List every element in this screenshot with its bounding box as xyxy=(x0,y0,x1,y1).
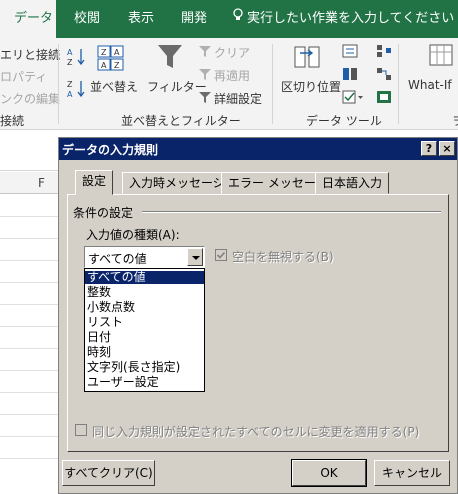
connections-group-label: 接続 xyxy=(0,114,25,128)
clear-label[interactable]: クリア xyxy=(214,44,250,61)
flash-fill-icon[interactable] xyxy=(342,44,358,61)
remove-duplicates-icon[interactable] xyxy=(342,67,358,84)
ribbon-body: エリと接続 ロパティ ンクの編集 接続 AZ ZA ZAAZ 並べ替え フィルタ… xyxy=(0,38,458,130)
consolidate-icon[interactable] xyxy=(376,44,392,61)
allow-field-label: 入力値の種類(A): xyxy=(86,228,180,242)
svg-text:A: A xyxy=(67,48,73,57)
option-list[interactable]: リスト xyxy=(85,316,204,329)
group-separator xyxy=(58,44,59,124)
svg-text:Z: Z xyxy=(114,61,120,70)
svg-text:A: A xyxy=(67,90,73,99)
option-time[interactable]: 時刻 xyxy=(85,346,204,359)
tab-review[interactable]: 校閲 xyxy=(74,0,100,38)
tab-input-message[interactable]: 入力時メッセージ xyxy=(122,172,232,194)
lightbulb-icon xyxy=(232,0,244,38)
advanced-filter-icon[interactable] xyxy=(198,90,212,107)
svg-text:Z: Z xyxy=(67,58,73,67)
sort-filter-group-label: 並べ替えとフィルター xyxy=(121,114,241,128)
cancel-button[interactable]: キャンセル xyxy=(374,460,450,486)
ok-button[interactable]: OK xyxy=(291,459,367,487)
option-custom[interactable]: ユーザー設定 xyxy=(85,376,204,389)
tab-settings[interactable]: 設定 xyxy=(75,170,114,195)
checkmark-icon xyxy=(216,251,226,259)
tab-ime-mode[interactable]: 日本語入力 xyxy=(315,172,390,194)
chevron-down-icon[interactable] xyxy=(187,248,203,266)
relationships-icon[interactable] xyxy=(376,67,392,84)
clear-all-button[interactable]: すべてクリア(C) xyxy=(62,460,155,486)
svg-text:Z: Z xyxy=(67,80,73,89)
reapply-icon[interactable] xyxy=(198,67,212,84)
reapply-label[interactable]: 再適用 xyxy=(214,67,250,84)
tell-me-text: 実行したい作業を入力してください xyxy=(247,11,455,26)
properties-item[interactable]: ロパティ xyxy=(0,68,47,85)
text-to-columns-icon[interactable] xyxy=(292,44,322,75)
allow-options-list[interactable]: すべての値 整数 小数点数 リスト 日付 時刻 文字列(長さ指定) ユーザー設定 xyxy=(84,268,205,392)
apply-all-checkbox[interactable] xyxy=(75,424,87,436)
svg-text:Z: Z xyxy=(101,48,107,57)
group-separator xyxy=(272,44,273,124)
criteria-section-label: 条件の設定 xyxy=(73,206,134,220)
what-if-analysis-icon[interactable] xyxy=(428,42,454,73)
data-tools-group-label: データ ツール xyxy=(306,114,382,128)
group-separator xyxy=(398,44,399,124)
filter-funnel-icon[interactable] xyxy=(156,42,184,75)
apply-all-label: 同じ入力規則が設定されたすべてのセルに変更を適用する(P) xyxy=(92,425,420,439)
tell-me-box[interactable]: 実行したい作業を入力してください xyxy=(232,0,454,38)
svg-text:A: A xyxy=(101,61,107,70)
clear-filter-icon[interactable] xyxy=(198,44,212,61)
option-decimal[interactable]: 小数点数 xyxy=(85,301,204,314)
column-header-f[interactable]: F xyxy=(38,176,45,190)
svg-text:A: A xyxy=(114,48,120,57)
data-validation-icon[interactable] xyxy=(342,90,364,107)
ribbon-tab-bar: データ 校閲 表示 開発 実行したい作業を入力してください xyxy=(0,0,458,38)
option-text-length[interactable]: 文字列(長さ指定) xyxy=(85,361,204,374)
tab-developer[interactable]: 開発 xyxy=(181,0,207,38)
dialog-title-bar[interactable]: データの入力規則 ? × xyxy=(59,138,457,160)
dialog-title: データの入力規則 xyxy=(62,143,159,157)
tab-view[interactable]: 表示 xyxy=(128,0,154,38)
edit-links-item[interactable]: ンクの編集 xyxy=(0,90,60,107)
sort-dialog-icon[interactable]: ZAAZ xyxy=(96,44,126,75)
what-if-label[interactable]: What-If xyxy=(408,78,452,92)
option-any-value[interactable]: すべての値 xyxy=(85,271,204,284)
allow-select[interactable]: すべての値 xyxy=(84,246,205,268)
help-button[interactable]: ? xyxy=(421,141,437,156)
advanced-label[interactable]: 詳細設定 xyxy=(214,90,262,107)
ignore-blank-label: 空白を無視する(B) xyxy=(232,250,334,264)
sort-descending-icon[interactable]: ZA xyxy=(66,78,86,103)
forecast-group-label: ヲ xyxy=(452,112,458,129)
sort-button-label[interactable]: 並べ替え xyxy=(90,78,138,95)
sort-ascending-icon[interactable]: AZ xyxy=(66,46,86,71)
text-to-columns-label[interactable]: 区切り位置 xyxy=(281,78,341,95)
section-divider xyxy=(142,211,441,213)
tab-data[interactable]: データ xyxy=(0,0,56,38)
close-button[interactable]: × xyxy=(439,141,455,156)
option-date[interactable]: 日付 xyxy=(85,331,204,344)
option-whole-number[interactable]: 整数 xyxy=(85,286,204,299)
ignore-blank-checkbox[interactable] xyxy=(215,249,227,261)
allow-select-value: すべての値 xyxy=(88,252,147,266)
queries-connections[interactable]: エリと接続 xyxy=(0,46,60,63)
data-model-icon[interactable] xyxy=(376,90,392,107)
